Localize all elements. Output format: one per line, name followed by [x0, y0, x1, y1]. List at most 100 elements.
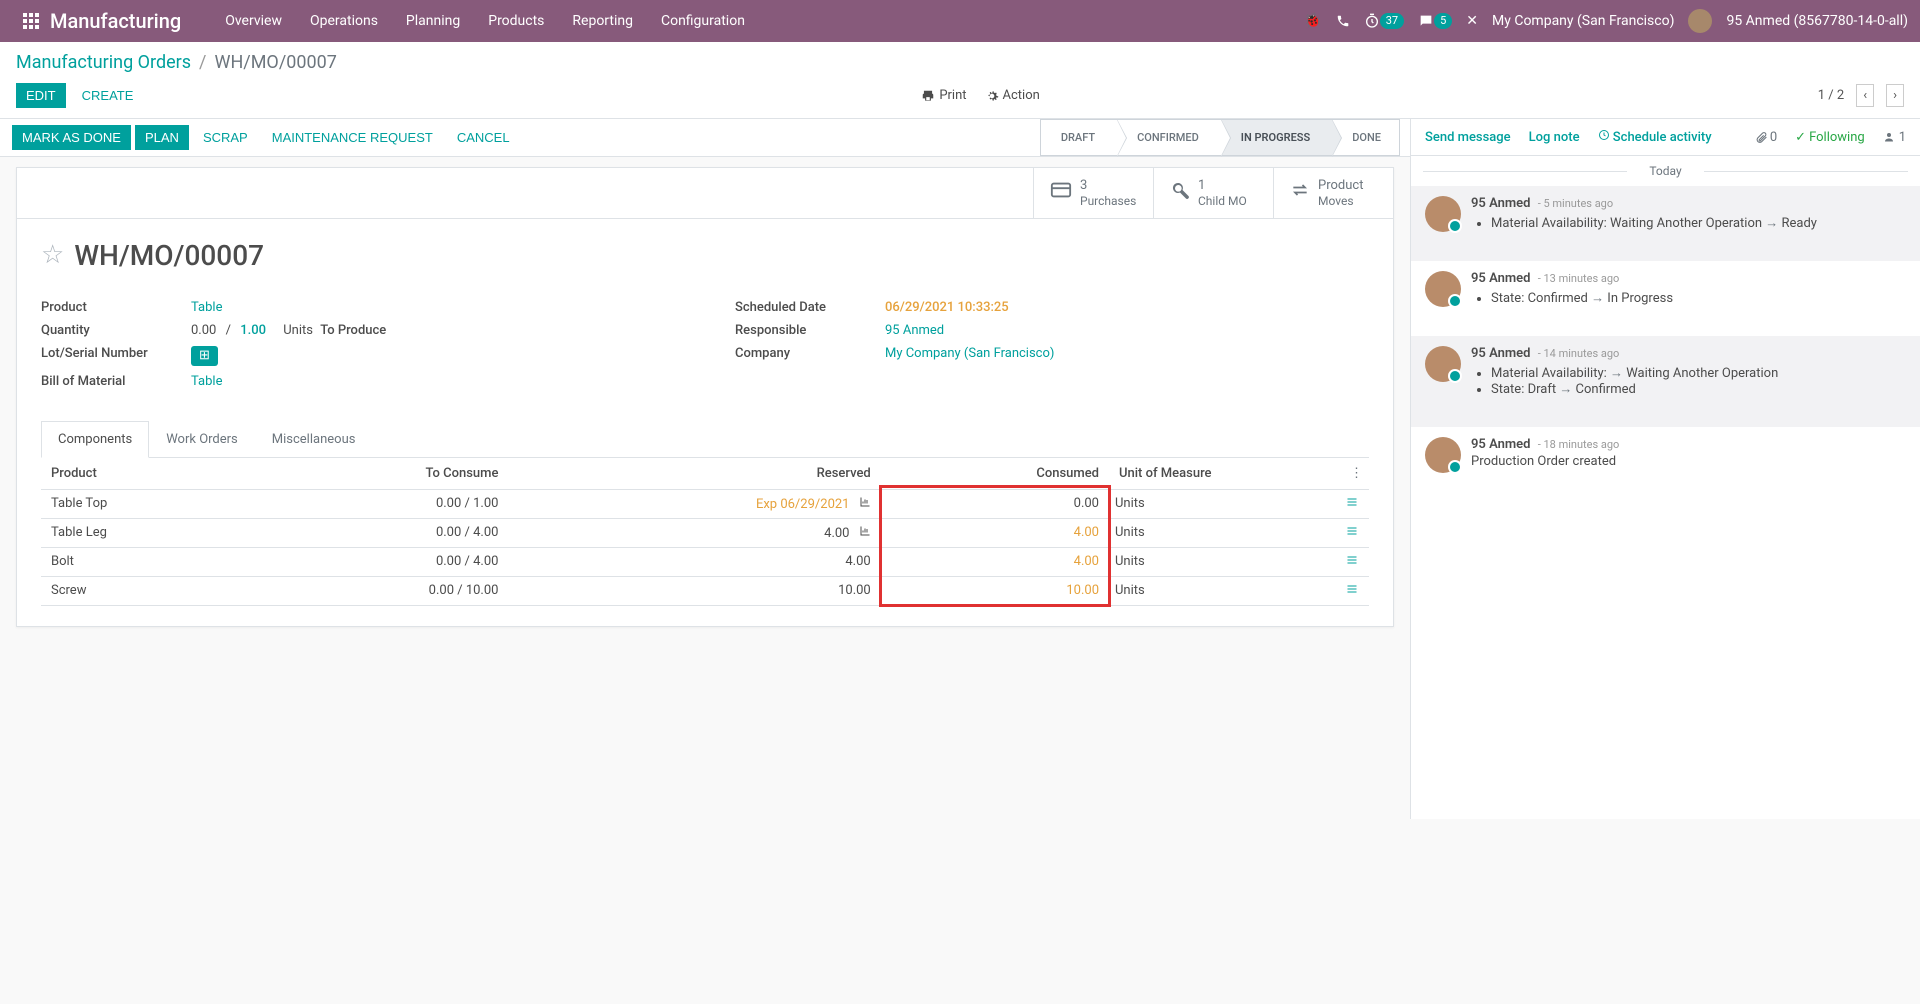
field-company[interactable]: My Company (San Francisco) [885, 346, 1369, 361]
pager-next[interactable]: › [1886, 84, 1904, 107]
cell-product: Table Top [41, 489, 252, 518]
phone-icon[interactable] [1336, 14, 1350, 28]
pager-text: 1 / 2 [1818, 88, 1844, 103]
stat-purchases[interactable]: 3Purchases [1033, 168, 1153, 218]
tools-icon[interactable]: ✕ [1466, 13, 1478, 29]
cell-reserved: Exp 06/29/2021 [508, 489, 880, 518]
label-lot: Lot/Serial Number [41, 346, 191, 366]
message-author[interactable]: 95 Anmed [1471, 271, 1530, 286]
message-avatar[interactable] [1425, 196, 1461, 232]
stat-child-mo[interactable]: 1Child MO [1153, 168, 1273, 218]
table-row[interactable]: Table Top0.00 / 1.00Exp 06/29/2021 0.00U… [41, 489, 1369, 518]
lot-assign-icon[interactable]: ⊞ [191, 346, 218, 366]
detailed-ops-icon[interactable] [1345, 555, 1359, 570]
message-time: - 13 minutes ago [1538, 272, 1620, 285]
credit-card-icon [1050, 179, 1072, 206]
bug-icon[interactable]: 🐞 [1304, 13, 1321, 29]
detailed-ops-icon[interactable] [1345, 497, 1359, 512]
stage-draft[interactable]: DRAFT [1040, 119, 1117, 156]
messages-icon[interactable]: 5 [1418, 13, 1452, 29]
message-avatar[interactable] [1425, 437, 1461, 473]
pager-prev[interactable]: ‹ [1856, 84, 1874, 107]
edit-button[interactable]: EDIT [16, 83, 66, 108]
forecast-icon[interactable] [859, 526, 871, 541]
message-content: Material Availability: Waiting Another O… [1471, 215, 1906, 251]
company-switcher[interactable]: My Company (San Francisco) [1492, 13, 1674, 29]
table-row[interactable]: Bolt0.00 / 4.004.004.00Units [41, 547, 1369, 576]
cell-product: Table Leg [41, 518, 252, 547]
tab-miscellaneous[interactable]: Miscellaneous [255, 421, 373, 458]
cancel-button[interactable]: CANCEL [447, 125, 520, 150]
cell-uom: Units [1109, 518, 1309, 547]
form-sheet: 3Purchases 1Child MO ProductMoves ☆ WH/M… [16, 167, 1394, 627]
app-brand[interactable]: Manufacturing [50, 9, 181, 33]
message-avatar[interactable] [1425, 346, 1461, 382]
apps-icon[interactable] [12, 13, 50, 29]
label-responsible: Responsible [735, 323, 885, 338]
field-responsible[interactable]: 95 Anmed [885, 323, 1369, 338]
maintenance-button[interactable]: MAINTENANCE REQUEST [262, 125, 443, 150]
log-note-button[interactable]: Log note [1529, 130, 1580, 145]
menu-products[interactable]: Products [474, 0, 558, 42]
cell-uom: Units [1109, 576, 1309, 605]
stat-product-moves[interactable]: ProductMoves [1273, 168, 1393, 218]
create-button[interactable]: CREATE [72, 83, 144, 108]
chatter-message: 95 Anmed - 18 minutes ago Production Orde… [1411, 427, 1920, 499]
chatter-message: 95 Anmed - 14 minutes agoMaterial Availa… [1411, 336, 1920, 427]
user-name[interactable]: 95 Anmed (8567780-14-0-all) [1726, 13, 1908, 29]
timer-icon[interactable]: 37 [1364, 13, 1404, 29]
detailed-ops-icon[interactable] [1345, 526, 1359, 541]
components-table: Product To Consume Reserved Consumed Uni… [41, 458, 1369, 606]
label-bom: Bill of Material [41, 374, 191, 389]
followers-count[interactable]: 1 [1883, 130, 1906, 145]
col-reserved: Reserved [508, 458, 880, 490]
plan-button[interactable]: PLAN [135, 125, 189, 150]
menu-operations[interactable]: Operations [296, 0, 392, 42]
field-quantity: 0.00 / 1.00 Units To Produce [191, 323, 675, 338]
field-product[interactable]: Table [191, 300, 675, 315]
cell-to-consume: 0.00 / 4.00 [252, 518, 509, 547]
detailed-ops-icon[interactable] [1345, 584, 1359, 599]
print-icon [921, 89, 935, 103]
table-row[interactable]: Screw0.00 / 10.0010.0010.00Units [41, 576, 1369, 605]
stage-done[interactable]: DONE [1332, 119, 1400, 156]
breadcrumb-root[interactable]: Manufacturing Orders [16, 52, 191, 73]
following-button[interactable]: ✓ Following [1795, 130, 1865, 145]
field-bom[interactable]: Table [191, 374, 675, 389]
forecast-icon[interactable] [859, 497, 871, 512]
message-author[interactable]: 95 Anmed [1471, 196, 1530, 211]
gear-icon [985, 89, 999, 103]
mark-done-button[interactable]: MARK AS DONE [12, 125, 131, 150]
stage-in-progress[interactable]: IN PROGRESS [1221, 119, 1332, 156]
message-author[interactable]: 95 Anmed [1471, 437, 1530, 452]
menu-planning[interactable]: Planning [392, 0, 474, 42]
tab-components[interactable]: Components [41, 421, 149, 458]
priority-star-icon[interactable]: ☆ [41, 240, 64, 270]
print-button[interactable]: Print [921, 88, 966, 103]
message-content: Production Order created [1471, 454, 1906, 489]
user-avatar[interactable] [1688, 9, 1712, 33]
label-quantity: Quantity [41, 323, 191, 338]
label-company: Company [735, 346, 885, 361]
menu-configuration[interactable]: Configuration [647, 0, 759, 42]
menu-overview[interactable]: Overview [211, 0, 296, 42]
scrap-button[interactable]: SCRAP [193, 125, 258, 150]
table-row[interactable]: Table Leg0.00 / 4.004.00 4.00Units [41, 518, 1369, 547]
message-author[interactable]: 95 Anmed [1471, 346, 1530, 361]
chatter-date-sep: Today [1411, 156, 1920, 186]
cell-to-consume: 0.00 / 10.00 [252, 576, 509, 605]
attachments-count[interactable]: 0 [1755, 130, 1777, 145]
menu-reporting[interactable]: Reporting [558, 0, 647, 42]
stage-confirmed[interactable]: CONFIRMED [1117, 119, 1221, 156]
message-time: - 18 minutes ago [1538, 438, 1620, 451]
action-button[interactable]: Action [985, 88, 1040, 103]
table-options-icon[interactable]: ⋮ [1350, 466, 1363, 481]
cell-product: Screw [41, 576, 252, 605]
schedule-activity-button[interactable]: Schedule activity [1598, 129, 1712, 145]
col-uom: Unit of Measure [1109, 458, 1309, 490]
cell-product: Bolt [41, 547, 252, 576]
control-panel: Manufacturing Orders / WH/MO/00007 EDIT … [0, 42, 1920, 119]
send-message-button[interactable]: Send message [1425, 130, 1511, 145]
tab-work-orders[interactable]: Work Orders [149, 421, 255, 458]
message-avatar[interactable] [1425, 271, 1461, 307]
